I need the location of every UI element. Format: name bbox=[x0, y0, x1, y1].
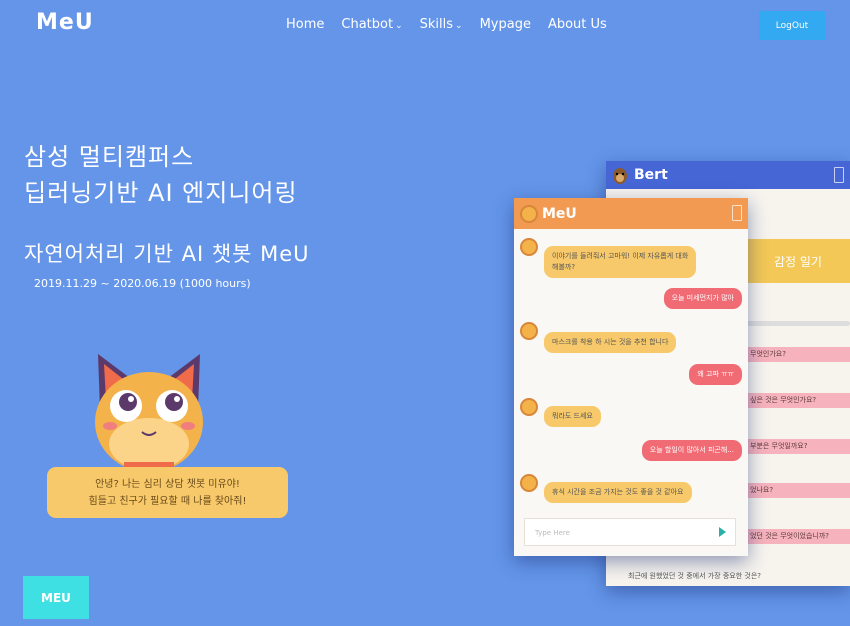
diary-row: 무엇인가요? bbox=[746, 347, 850, 362]
hero-subtitle: 자연어처리 기반 AI 챗봇 MeU bbox=[24, 242, 310, 266]
meu-title: MeU bbox=[542, 205, 577, 222]
hero-date: 2019.11.29 ~ 2020.06.19 (1000 hours) bbox=[34, 277, 251, 290]
exit-door-icon bbox=[732, 205, 742, 221]
nav-skills-label: Skills bbox=[419, 17, 454, 32]
bot-message: 마스크를 착용 하 시는 것을 추천 합니다 bbox=[544, 332, 677, 353]
emotion-diary-header: 감정 일기 bbox=[746, 239, 850, 283]
nav-chatbot-label: Chatbot bbox=[341, 17, 394, 32]
dog-avatar-icon bbox=[613, 168, 627, 184]
speech-line-1: 안녕? 나는 심리 상담 챗봇 미유야! bbox=[95, 479, 240, 490]
chat-input[interactable]: Type Here bbox=[524, 518, 736, 546]
nav-about-label: About Us bbox=[547, 17, 607, 32]
cat-mascot-image bbox=[95, 354, 203, 470]
site-logo[interactable]: MeU bbox=[36, 10, 94, 35]
hero-title-line1: 삼성 멀티캠퍼스 bbox=[24, 143, 195, 171]
send-icon[interactable] bbox=[719, 527, 726, 537]
nav-home[interactable]: Home bbox=[286, 17, 324, 32]
meu-button[interactable]: MEU bbox=[23, 576, 89, 619]
user-message: 오늘 미세먼지가 많아 bbox=[663, 288, 742, 309]
bot-message: 이야기를 들려줘서 고마워! 이제 자유롭게 대화 해볼까? bbox=[544, 246, 697, 278]
cat-avatar-icon bbox=[520, 322, 538, 340]
bot-message-line: 해볼까? bbox=[552, 263, 576, 271]
cat-avatar-icon bbox=[520, 238, 538, 256]
bot-message-line: 이야기를 들려줘서 고마워! 이제 자유롭게 대화 bbox=[552, 252, 689, 260]
meu-title-bar: MeU bbox=[514, 198, 748, 229]
speech-line-2: 힘들고 친구가 필요할 때 나를 찾아줘! bbox=[88, 496, 247, 507]
main-nav: Home Chatbot ⌄ Skills ⌄ Mypage About Us bbox=[286, 17, 607, 32]
cat-avatar-icon bbox=[520, 204, 538, 223]
hero-title: 삼성 멀티캠퍼스 딥러닝기반 AI 엔지니어링 bbox=[24, 139, 298, 211]
nav-skills[interactable]: Skills ⌄ bbox=[420, 17, 463, 32]
mockup-meu-chat: MeU 이야기를 들려줘서 고마워! 이제 자유롭게 대화 해볼까? 오늘 미세… bbox=[514, 198, 748, 556]
chevron-down-icon: ⌄ bbox=[395, 21, 403, 31]
diary-row: 부분은 무엇일까요? bbox=[746, 439, 850, 454]
user-message: 오늘 할일이 많아서 피곤해... bbox=[641, 440, 742, 461]
diary-bottom-text: 최근에 원했었던 것 중에서 가장 중요한 것은? bbox=[628, 572, 761, 580]
nav-about-us[interactable]: About Us bbox=[548, 17, 607, 32]
nav-chatbot[interactable]: Chatbot ⌄ bbox=[341, 17, 402, 32]
bot-message: 뭐라도 드세요 bbox=[544, 406, 601, 427]
chevron-down-icon: ⌄ bbox=[455, 21, 463, 31]
bert-title-bar: Bert bbox=[606, 161, 850, 189]
divider bbox=[746, 321, 850, 326]
bot-message: 휴식 시간을 조금 가지는 것도 좋을 것 같아요 bbox=[544, 482, 692, 503]
logout-button[interactable]: LogOut bbox=[759, 11, 825, 40]
diary-row: 싶은 것은 무엇인가요? bbox=[746, 393, 850, 408]
exit-door-icon bbox=[834, 167, 844, 183]
diary-row: 었나요? bbox=[746, 483, 850, 498]
nav-mypage-label: Mypage bbox=[479, 17, 531, 32]
nav-home-label: Home bbox=[286, 17, 325, 32]
hero-title-line2: 딥러닝기반 AI 엔지니어링 bbox=[24, 179, 298, 207]
mascot-speech-bubble: 안녕? 나는 심리 상담 챗봇 미유야! 힘들고 친구가 필요할 때 나를 찾아… bbox=[47, 467, 288, 518]
cat-avatar-icon bbox=[520, 474, 538, 492]
chat-input-placeholder: Type Here bbox=[535, 529, 570, 537]
bert-title: Bert bbox=[634, 167, 668, 183]
cat-avatar-icon bbox=[520, 398, 538, 416]
user-message: 왜 고파 ㅠㅠ bbox=[689, 364, 742, 385]
diary-row: 었던 것은 무엇이었습니까? bbox=[746, 529, 850, 544]
nav-mypage[interactable]: Mypage bbox=[480, 17, 531, 32]
